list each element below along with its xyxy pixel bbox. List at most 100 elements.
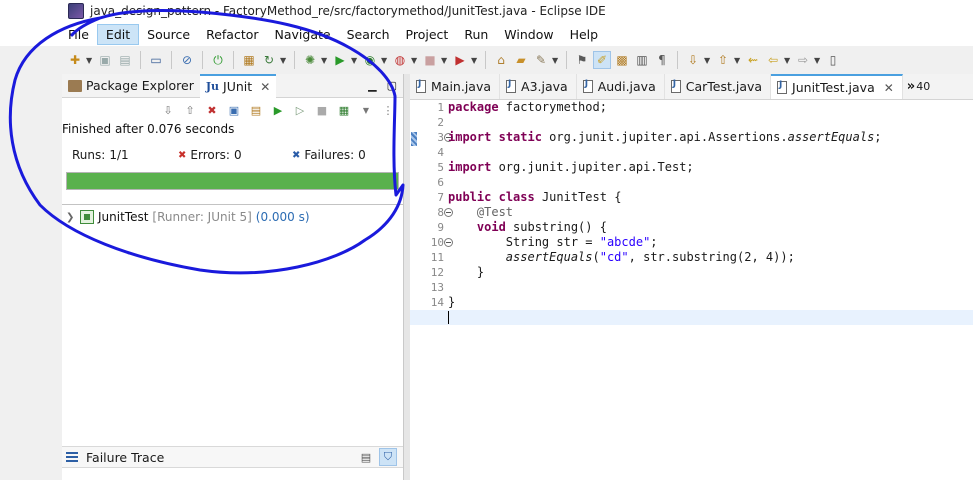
show-whitespace-icon[interactable]: ▥ bbox=[633, 51, 651, 69]
menu-refactor[interactable]: Refactor bbox=[198, 25, 266, 44]
source-code[interactable]: package factorymethod; import static org… bbox=[410, 100, 973, 325]
save-all-icon[interactable]: ▤ bbox=[116, 51, 134, 69]
forward-dropdown-icon[interactable]: ▼ bbox=[814, 56, 822, 65]
task-icon[interactable]: ✎ bbox=[532, 51, 550, 69]
tab-junit[interactable]: Ju JUnit ✕ bbox=[199, 73, 277, 98]
tab-package-explorer[interactable]: Package Explorer bbox=[62, 74, 200, 98]
line-number: 14 bbox=[430, 296, 444, 309]
refresh-icon[interactable]: ↻ bbox=[260, 51, 278, 69]
coverage-dropdown-icon[interactable]: ▼ bbox=[381, 56, 389, 65]
editor-tab-junittest[interactable]: JunitTest.java ✕ bbox=[771, 74, 903, 99]
new-wizard-icon[interactable]: ✚ bbox=[66, 51, 84, 69]
terminate-icon[interactable]: ⏻ bbox=[209, 51, 227, 69]
package-explorer-icon bbox=[68, 79, 82, 92]
previous-failure-icon[interactable]: ⇧ bbox=[181, 101, 199, 119]
junit-toolbar: ⇩ ⇧ ✖ ▣ ▤ ▶ ▷ ■ ▦ ▼ ⋮ bbox=[62, 98, 403, 122]
tab-overflow-button[interactable]: » 40 bbox=[903, 74, 930, 99]
forward-icon[interactable]: ⇨ bbox=[794, 51, 812, 69]
rerun-test-icon[interactable]: ▶ bbox=[269, 101, 287, 119]
menu-run[interactable]: Run bbox=[456, 25, 496, 44]
test-tree-item[interactable]: ❯ JunitTest [Runner: JUnit 5] (0.000 s) bbox=[66, 208, 310, 226]
code-area[interactable]: 123456789101112131415 package factorymet… bbox=[410, 100, 973, 480]
menu-window[interactable]: Window bbox=[496, 25, 561, 44]
stop-dropdown-icon[interactable]: ▼ bbox=[441, 56, 449, 65]
menu-help[interactable]: Help bbox=[562, 25, 607, 44]
menu-source[interactable]: Source bbox=[139, 25, 198, 44]
run-dropdown-icon[interactable]: ▼ bbox=[351, 56, 359, 65]
highlight-icon[interactable]: ✐ bbox=[593, 51, 611, 69]
prev-annotation-dropdown-icon[interactable]: ▼ bbox=[734, 56, 742, 65]
pin-icon[interactable]: ▯ bbox=[824, 51, 842, 69]
maximize-icon[interactable]: ▢ bbox=[387, 79, 397, 92]
editor-tab-cartest[interactable]: CarTest.java bbox=[665, 74, 772, 99]
new-wizard-dropdown-icon[interactable]: ▼ bbox=[86, 56, 94, 65]
next-annotation-dropdown-icon[interactable]: ▼ bbox=[704, 56, 712, 65]
save-icon[interactable]: ▣ bbox=[96, 51, 114, 69]
editor-tab-label: Audi.java bbox=[597, 79, 656, 94]
paragraph-icon[interactable]: ¶ bbox=[653, 51, 671, 69]
quick-diff-marker[interactable] bbox=[411, 132, 417, 146]
rerun-failed-icon[interactable]: ▷ bbox=[291, 101, 309, 119]
next-failure-icon[interactable]: ⇩ bbox=[159, 101, 177, 119]
open-type-icon[interactable]: ▰ bbox=[512, 51, 530, 69]
main-toolbar: ✚ ▼ ▣ ▤ ▭ ⊘ ⏻ ▦ ↻ ▼ ✺ ▼ ▶ ▼ ◉ ▼ ◍ ▼ ■ ▼ … bbox=[0, 46, 973, 74]
coverage-icon[interactable]: ◉ bbox=[361, 51, 379, 69]
prev-annotation-icon[interactable]: ⇧ bbox=[714, 51, 732, 69]
console-icon[interactable]: ▭ bbox=[147, 51, 165, 69]
line-number: 7 bbox=[437, 191, 444, 204]
scroll-lock-icon[interactable]: ▤ bbox=[247, 101, 265, 119]
vertical-ruler bbox=[410, 100, 418, 480]
menu-navigate[interactable]: Navigate bbox=[267, 25, 339, 44]
menu-search[interactable]: Search bbox=[339, 25, 398, 44]
debug-icon[interactable]: ✺ bbox=[301, 51, 319, 69]
test-run-history-icon[interactable]: ▦ bbox=[335, 101, 353, 119]
new-package-icon[interactable]: ⌂ bbox=[492, 51, 510, 69]
view-menu-icon[interactable]: ⋮ bbox=[379, 101, 397, 119]
editor-tab-label: A3.java bbox=[521, 79, 568, 94]
minimize-icon[interactable]: ▁ bbox=[368, 79, 376, 92]
external-tools-dropdown-icon[interactable]: ▼ bbox=[471, 56, 479, 65]
java-file-icon bbox=[416, 79, 426, 93]
refresh-dropdown-icon[interactable]: ▼ bbox=[280, 56, 288, 65]
editor-tab-audi[interactable]: Audi.java bbox=[577, 74, 665, 99]
tree-divider bbox=[62, 204, 403, 205]
current-code-line bbox=[410, 310, 973, 325]
back-icon[interactable]: ⇦ bbox=[764, 51, 782, 69]
filter-stack-trace-icon[interactable]: ⛉ bbox=[379, 448, 397, 466]
errors-value: 0 bbox=[233, 148, 242, 162]
menu-file[interactable]: File bbox=[60, 25, 97, 44]
compare-results-icon[interactable]: ▤ bbox=[357, 448, 375, 466]
code-line: public class JunitTest { bbox=[448, 190, 622, 204]
external-tools-icon[interactable]: ▶ bbox=[451, 51, 469, 69]
run-icon[interactable]: ▶ bbox=[331, 51, 349, 69]
last-edit-icon[interactable]: ⇜ bbox=[744, 51, 762, 69]
toolbar-separator bbox=[294, 51, 295, 69]
eclipse-app-icon bbox=[68, 3, 84, 19]
history-dropdown-icon[interactable]: ▼ bbox=[357, 101, 375, 119]
text-caret bbox=[448, 311, 449, 324]
toggle-mark-icon[interactable]: ▩ bbox=[613, 51, 631, 69]
close-icon[interactable]: ✕ bbox=[260, 80, 270, 94]
run-external-dropdown-icon[interactable]: ▼ bbox=[411, 56, 419, 65]
stop-run-icon[interactable]: ■ bbox=[313, 101, 331, 119]
editor-tab-main[interactable]: Main.java bbox=[410, 74, 501, 99]
chevron-right-icon[interactable]: ❯ bbox=[66, 212, 76, 223]
code-line: String str = "abcde"; bbox=[448, 235, 658, 249]
debug-dropdown-icon[interactable]: ▼ bbox=[321, 56, 329, 65]
run-external-icon[interactable]: ◍ bbox=[391, 51, 409, 69]
editor-tab-a3[interactable]: A3.java bbox=[500, 74, 577, 99]
close-icon[interactable]: ✕ bbox=[884, 81, 894, 95]
code-line: import org.junit.jupiter.api.Test; bbox=[448, 160, 694, 174]
annotation-icon[interactable]: ⚑ bbox=[573, 51, 591, 69]
task-dropdown-icon[interactable]: ▼ bbox=[552, 56, 560, 65]
next-annotation-icon[interactable]: ⇩ bbox=[684, 51, 702, 69]
menu-project[interactable]: Project bbox=[398, 25, 457, 44]
build-icon[interactable]: ▦ bbox=[240, 51, 258, 69]
show-skipped-icon[interactable]: ▣ bbox=[225, 101, 243, 119]
skip-breakpoints-icon[interactable]: ⊘ bbox=[178, 51, 196, 69]
menu-edit[interactable]: Edit bbox=[96, 23, 140, 45]
failure-trace-label: Failure Trace bbox=[86, 449, 165, 465]
back-dropdown-icon[interactable]: ▼ bbox=[784, 56, 792, 65]
stop-icon[interactable]: ■ bbox=[421, 51, 439, 69]
show-failures-only-icon[interactable]: ✖ bbox=[203, 101, 221, 119]
